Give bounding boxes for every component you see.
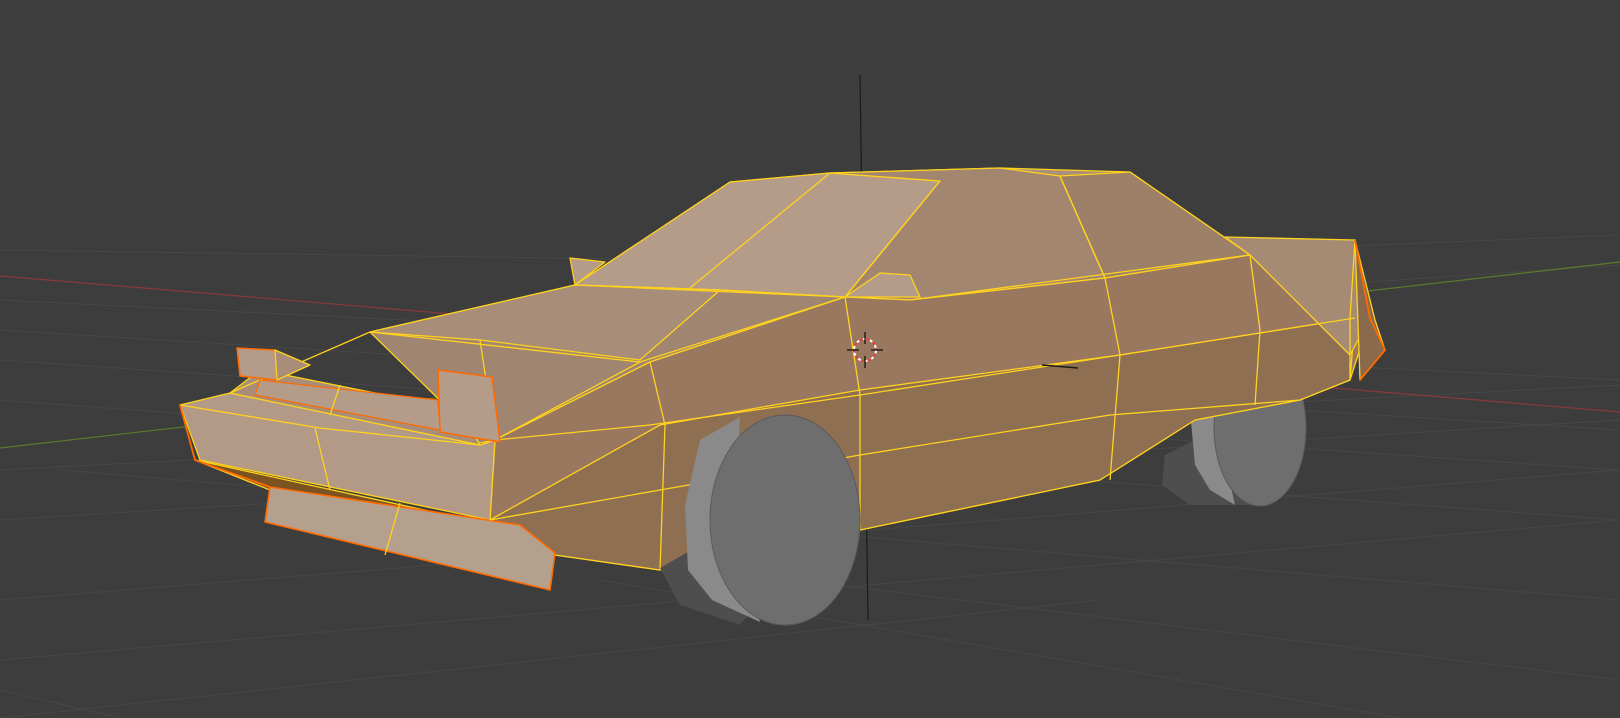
3d-viewport[interactable]: [0, 0, 1620, 718]
